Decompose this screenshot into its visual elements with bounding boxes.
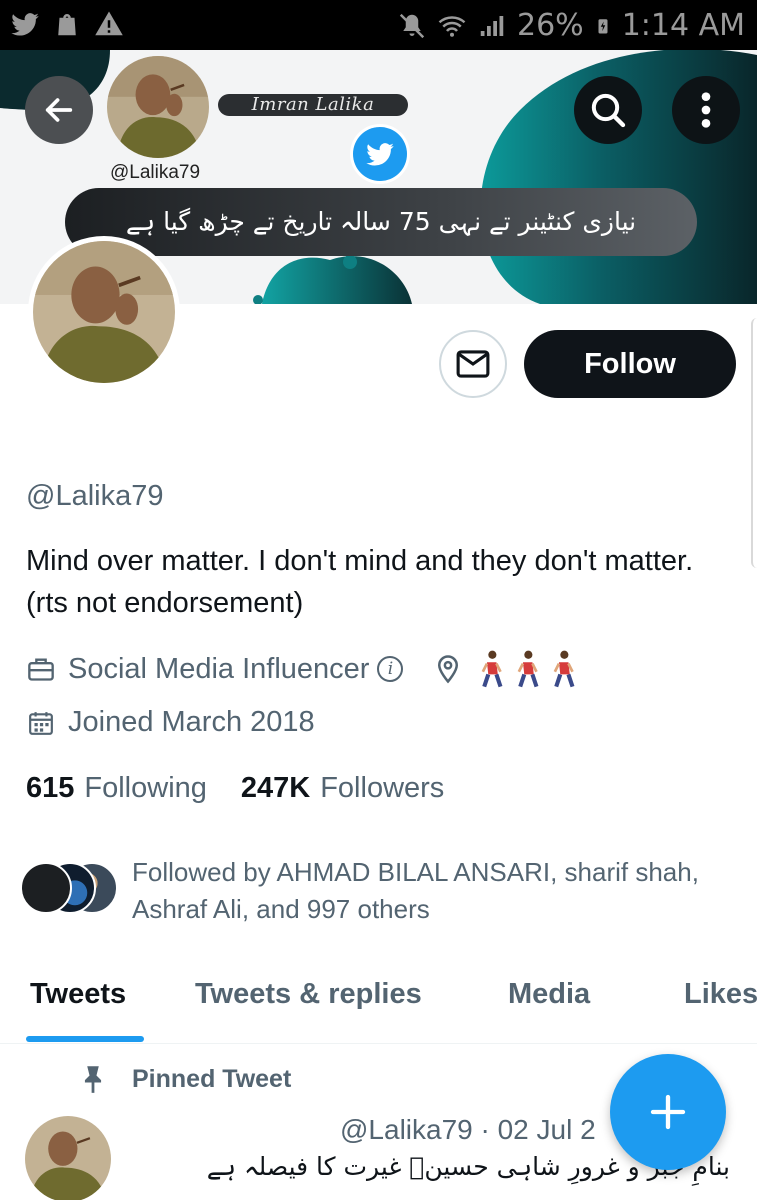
calendar-icon <box>26 708 56 738</box>
message-icon <box>456 350 490 378</box>
search-icon <box>591 93 626 128</box>
mute-icon <box>399 13 425 38</box>
more-vertical-icon <box>701 92 711 128</box>
follow-button[interactable]: Follow <box>524 330 736 398</box>
status-left-icons <box>10 9 124 39</box>
profile-location <box>477 650 577 688</box>
person-photo <box>107 56 209 158</box>
followers-count: 247K <box>240 772 311 804</box>
battery-charging-icon <box>598 18 608 33</box>
person-walking-icon <box>518 650 539 688</box>
tab-tweets[interactable]: Tweets <box>30 978 126 1011</box>
tweet-avatar[interactable] <box>25 1116 111 1200</box>
info-icon[interactable]: i <box>377 656 404 682</box>
following-link[interactable]: 615 Following <box>26 772 207 805</box>
plus-icon <box>650 1094 686 1130</box>
banner-avatar <box>107 56 209 158</box>
pin-icon <box>84 1066 102 1093</box>
person-walking-icon <box>482 650 503 688</box>
avatar <box>20 862 72 914</box>
pinned-label-row: Pinned Tweet <box>80 1064 291 1094</box>
profile-photo <box>33 241 175 383</box>
scroll-edge <box>751 318 757 568</box>
tweet-avatar-photo <box>25 1116 111 1200</box>
followed-by-avatars[interactable] <box>20 862 120 916</box>
followed-by-text[interactable]: Followed by AHMAD BILAL ANSARI, sharif s… <box>132 854 712 928</box>
profile-bio: Mind over matter. I don't mind and they … <box>26 545 694 619</box>
back-button[interactable] <box>25 76 93 144</box>
compose-tweet-button[interactable] <box>610 1054 726 1170</box>
search-button[interactable] <box>574 76 642 144</box>
location-pin-icon <box>438 655 459 684</box>
profile-stats: 615 Following 247K Followers <box>26 772 444 805</box>
twitter-bird-icon <box>366 143 394 166</box>
status-bar: 26% 1:14 AM <box>0 0 757 50</box>
active-tab-indicator <box>26 1036 144 1042</box>
clock: 1:14 AM <box>621 8 745 43</box>
message-button[interactable] <box>439 330 507 398</box>
signal-icon <box>480 15 504 36</box>
profile-joined-row: Joined March 2018 <box>26 706 315 739</box>
pinned-label: Pinned Tweet <box>132 1064 292 1093</box>
profile-joined: Joined March 2018 <box>68 706 315 738</box>
status-right-icons: 26% 1:14 AM <box>397 8 745 43</box>
banner-urdu-caption: نیازی کنٹینر تے نہی 75 سالہ تاریخ تے چڑھ… <box>65 188 697 256</box>
shopping-bag-icon <box>58 14 76 36</box>
tab-tweets-replies[interactable]: Tweets & replies <box>195 978 422 1011</box>
profile-tabs: Tweets Tweets & replies Media Likes <box>0 970 757 1044</box>
back-arrow-icon <box>45 98 73 122</box>
banner-name-pill: Imran Lalika <box>218 94 408 116</box>
followers-label: Followers <box>320 772 445 804</box>
banner-handle-text: @Lalika79 <box>110 162 201 183</box>
profile-avatar[interactable] <box>28 236 180 388</box>
banner-twitter-badge <box>350 124 410 184</box>
tab-likes[interactable]: Likes <box>684 978 757 1011</box>
briefcase-icon <box>26 654 56 684</box>
profile-handle: @Lalika79 <box>26 480 164 512</box>
followers-link[interactable]: 247K Followers <box>241 772 444 805</box>
tab-media[interactable]: Media <box>508 978 590 1011</box>
person-walking-icon <box>554 650 575 688</box>
battery-percent: 26% <box>517 8 584 43</box>
following-count: 615 <box>26 772 75 804</box>
profile-category: Social Media Influencer <box>68 652 370 685</box>
profile-category-row: Social Media Influencer i <box>26 650 577 688</box>
tweet-meta[interactable]: @Lalika79 · 02 Jul 2 <box>340 1114 596 1146</box>
twitter-icon <box>11 13 39 36</box>
warning-icon <box>95 11 123 36</box>
wifi-icon <box>438 15 466 37</box>
following-label: Following <box>84 772 207 804</box>
more-options-button[interactable] <box>672 76 740 144</box>
